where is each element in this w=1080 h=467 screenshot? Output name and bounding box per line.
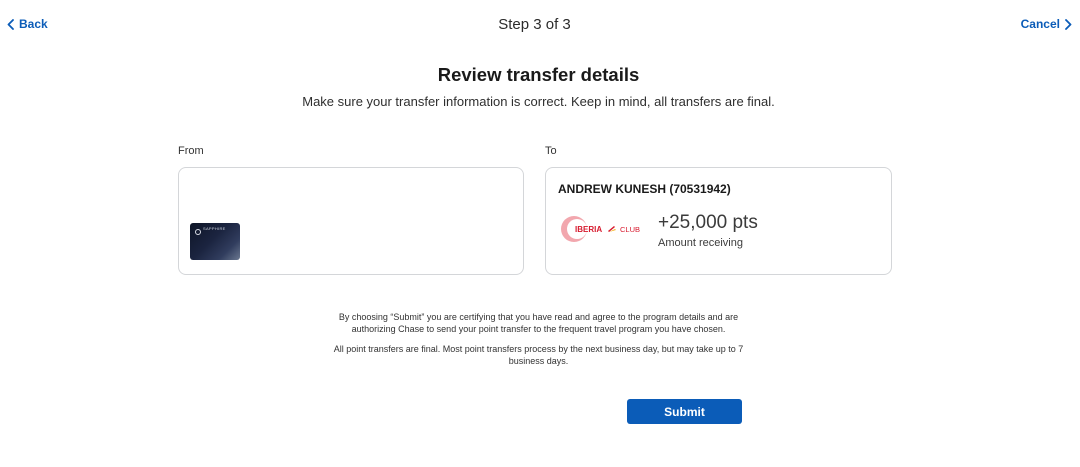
account-name: ANDREW KUNESH (70531942) — [558, 182, 731, 196]
to-label: To — [545, 145, 557, 157]
points-amount: +25,000 pts — [658, 212, 758, 233]
top-navigation: Back Step 3 of 3 Cancel — [0, 0, 1080, 50]
chevron-right-icon — [1065, 18, 1072, 30]
partner-logo-club: CLUB — [620, 225, 640, 234]
iberia-club-logo: IBERIA CLUB — [561, 216, 640, 242]
from-label: From — [178, 145, 204, 157]
cancel-button[interactable]: Cancel — [1021, 17, 1072, 31]
credit-card-image: SAPPHIRE — [190, 223, 240, 260]
submit-button[interactable]: Submit — [627, 399, 742, 424]
card-logo-icon — [195, 229, 201, 235]
from-account-panel: SAPPHIRE — [178, 167, 524, 275]
processing-disclaimer: All point transfers are final. Most poin… — [333, 344, 744, 366]
card-brand-text: SAPPHIRE — [203, 226, 226, 231]
cancel-label: Cancel — [1020, 17, 1060, 31]
step-indicator: Step 3 of 3 — [498, 16, 571, 33]
to-account-panel: ANDREW KUNESH (70531942) IBERIA CLUB +25… — [545, 167, 892, 275]
page-title: Review transfer details — [437, 64, 640, 85]
partner-logo-text: IBERIA — [575, 225, 602, 234]
page-subtitle: Make sure your transfer information is c… — [302, 94, 775, 109]
certification-disclaimer: By choosing “Submit” you are certifying … — [338, 312, 739, 334]
points-caption: Amount receiving — [658, 237, 743, 249]
